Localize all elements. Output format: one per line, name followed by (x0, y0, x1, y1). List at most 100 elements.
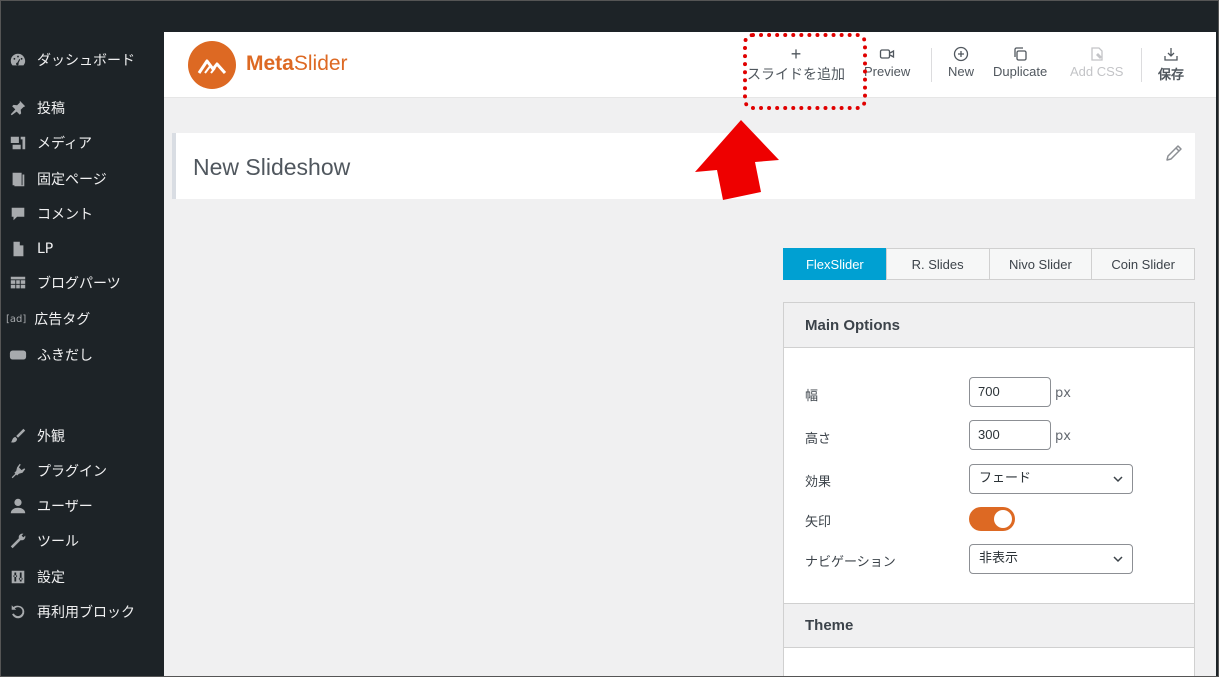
effect-select[interactable]: フェード (969, 464, 1133, 494)
width-unit: px (1055, 386, 1071, 401)
save-label: 保存 (1158, 67, 1185, 82)
sidebar-item-label: LP (37, 241, 54, 257)
sidebar-item-label: 設定 (37, 570, 65, 586)
arrows-toggle[interactable] (969, 507, 1015, 531)
dashboard-icon (9, 51, 27, 69)
user-icon (9, 497, 27, 515)
effect-value: フェード (979, 471, 1032, 486)
navigation-select[interactable]: 非表示 (969, 544, 1133, 574)
height-unit: px (1055, 429, 1071, 444)
preview-label: Preview (864, 64, 911, 79)
slideshow-title[interactable]: New Slideshow (193, 154, 350, 181)
sidebar-item-dashboard[interactable]: ダッシュボード (0, 43, 164, 77)
toggle-knob (994, 510, 1012, 528)
metaslider-logo-icon (188, 41, 236, 89)
highlight-box (743, 33, 867, 110)
ad-icon: [ad] (6, 313, 27, 325)
reuse-icon (9, 603, 27, 621)
brush-icon (9, 427, 27, 445)
sidebar-item-lp[interactable]: LP (0, 232, 164, 266)
sidebar-item-label: 再利用ブロック (37, 605, 135, 621)
sidebar-item-label: 固定ページ (37, 172, 107, 188)
wrench-icon (9, 532, 27, 550)
video-camera-icon (879, 44, 895, 64)
tab-r-slides[interactable]: R. Slides (885, 248, 990, 280)
sidebar-item-label: コメント (37, 207, 93, 223)
sidebar-item-posts[interactable]: 投稿 (0, 91, 164, 125)
height-input[interactable]: 300 (969, 420, 1051, 450)
save-button[interactable]: 保存 (1158, 44, 1184, 83)
logo-slider-text: Slider (293, 52, 348, 75)
chevron-down-icon (1113, 556, 1123, 563)
bubble-icon (9, 346, 27, 364)
tab-flexslider[interactable]: FlexSlider (783, 248, 887, 280)
sidebar-item-settings[interactable]: 設定 (0, 560, 164, 594)
document-icon (9, 240, 27, 258)
red-arrow-icon (695, 120, 779, 200)
comment-icon (9, 205, 27, 223)
settings-icon (9, 568, 27, 586)
plugin-icon (9, 462, 27, 480)
navigation-value: 非表示 (979, 551, 1019, 566)
width-label: 幅 (805, 389, 819, 404)
add-css-button[interactable]: Add CSS (1070, 44, 1123, 79)
sidebar-item-label: ツール (37, 534, 79, 550)
pin-icon (9, 99, 27, 117)
sidebar-item-users[interactable]: ユーザー (0, 489, 164, 523)
preview-button[interactable]: Preview (864, 44, 910, 79)
height-label: 高さ (805, 432, 832, 447)
new-button[interactable]: New (948, 44, 974, 79)
logo-meta-text: Meta (246, 52, 294, 75)
theme-heading[interactable]: Theme (784, 603, 1194, 648)
sidebar-item-tools[interactable]: ツール (0, 524, 164, 558)
sidebar-item-label: ユーザー (37, 499, 93, 515)
sidebar-item-label: ブログパーツ (37, 276, 121, 292)
options-panel: Main Options 幅 700 px 高さ 300 px 効果 フェード … (783, 302, 1195, 677)
sidebar-item-media[interactable]: メディア (0, 126, 164, 160)
sidebar-item-label: プラグイン (37, 464, 107, 480)
download-icon (1163, 44, 1179, 64)
slider-type-tabs: FlexSlider R. Slides Nivo Slider Coin Sl… (783, 248, 1195, 280)
width-input[interactable]: 700 (969, 377, 1051, 407)
main-options-heading[interactable]: Main Options (784, 303, 1194, 348)
metaslider-header: MetaSlider + スライドを追加 Preview New Duplica… (164, 32, 1216, 98)
duplicate-button[interactable]: Duplicate (993, 44, 1047, 79)
plus-circle-icon (953, 44, 969, 64)
sidebar-item-pages[interactable]: 固定ページ (0, 162, 164, 196)
sidebar-item-label: 投稿 (37, 101, 65, 117)
media-icon (9, 134, 27, 152)
sidebar-item-plugins[interactable]: プラグイン (0, 454, 164, 488)
admin-bar (0, 0, 1219, 32)
sidebar-item-ad-tags[interactable]: [ad] 広告タグ (0, 302, 164, 336)
effect-label: 効果 (805, 475, 832, 490)
sidebar-item-balloon[interactable]: ふきだし (0, 338, 164, 372)
grid-icon (9, 274, 27, 292)
main-content: MetaSlider + スライドを追加 Preview New Duplica… (164, 32, 1216, 677)
pencil-icon[interactable] (1163, 142, 1185, 164)
page-icon (9, 170, 27, 188)
sidebar-item-label: 外観 (37, 429, 65, 445)
slideshow-title-card: New Slideshow (172, 133, 1195, 199)
copy-icon (1012, 44, 1028, 64)
sidebar-item-appearance[interactable]: 外観 (0, 419, 164, 453)
navigation-label: ナビゲーション (805, 555, 896, 570)
add-css-label: Add CSS (1070, 64, 1124, 79)
tab-nivo-slider[interactable]: Nivo Slider (988, 248, 1093, 280)
new-label: New (948, 64, 975, 79)
toolbar-divider (1141, 48, 1142, 82)
duplicate-label: Duplicate (993, 64, 1048, 79)
tab-coin-slider[interactable]: Coin Slider (1091, 248, 1195, 280)
admin-sidebar: ダッシュボード 投稿 メディア 固定ページ コメント LP ブログパーツ [ad… (0, 32, 164, 677)
chevron-down-icon (1113, 476, 1123, 483)
sidebar-item-blog-parts[interactable]: ブログパーツ (0, 266, 164, 300)
sidebar-item-reusable-blocks[interactable]: 再利用ブロック (0, 595, 164, 629)
sidebar-item-label: メディア (37, 136, 93, 152)
arrows-label: 矢印 (805, 515, 832, 530)
toolbar-divider (931, 48, 932, 82)
css-icon (1089, 44, 1105, 64)
sidebar-item-label: ダッシュボード (37, 53, 135, 69)
sidebar-item-comments[interactable]: コメント (0, 197, 164, 231)
metaslider-logo: MetaSlider (246, 52, 348, 76)
sidebar-item-label: ふきだし (37, 348, 93, 364)
sidebar-item-label: 広告タグ (34, 312, 91, 328)
